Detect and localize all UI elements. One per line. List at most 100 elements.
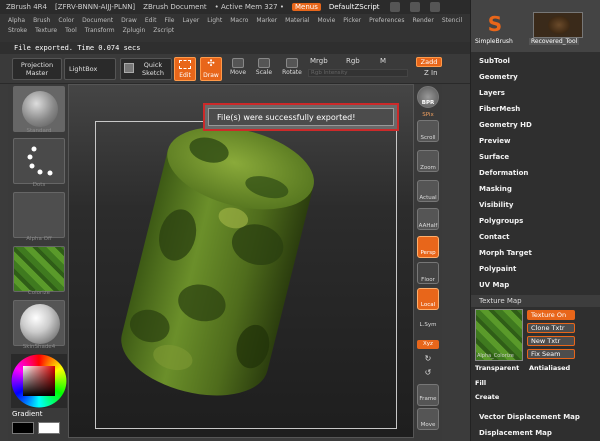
brush-standard-thumb[interactable] — [13, 86, 65, 132]
rgb-intensity-slider[interactable]: Rgb Intensity — [308, 69, 408, 77]
zadd-button[interactable]: Zadd — [416, 57, 442, 67]
menu-item[interactable]: Marker — [256, 17, 277, 24]
canvas-viewport[interactable]: File(s) were successfully exported! — [68, 84, 414, 438]
palette-contact[interactable]: Contact — [479, 233, 510, 241]
menu-item[interactable]: Draw — [121, 17, 137, 24]
secondary-color-swatch[interactable] — [38, 422, 60, 434]
texture-map-header[interactable]: Texture Map — [471, 295, 600, 307]
menu-item[interactable]: Edit — [145, 17, 157, 24]
palette-displacement-map[interactable]: Displacement Map — [479, 429, 552, 437]
rotate-icon — [286, 58, 298, 68]
antialiased-toggle[interactable]: Antialiased — [529, 364, 570, 372]
palette-geometry-hd[interactable]: Geometry HD — [479, 121, 532, 129]
menu-item[interactable]: Color — [58, 17, 74, 24]
menu-item[interactable]: Macro — [230, 17, 248, 24]
mrgb-button[interactable]: Mrgb — [310, 57, 328, 65]
stroke-dots-thumb[interactable] — [13, 138, 65, 184]
lightbox-button[interactable]: LightBox — [64, 58, 116, 80]
main-color-swatch[interactable] — [12, 422, 34, 434]
texture-on-toggle[interactable]: Texture On — [527, 310, 575, 320]
menu-item[interactable]: Transform — [85, 27, 115, 34]
scale-button[interactable]: Scale — [254, 58, 274, 76]
simplebrush-icon[interactable]: S — [483, 12, 507, 36]
close-icon[interactable] — [429, 2, 440, 12]
palette-uv-map[interactable]: UV Map — [479, 281, 509, 289]
clone-txtr-button[interactable]: Clone Txtr — [527, 323, 575, 333]
scroll-label: Scroll — [420, 135, 436, 141]
menu-item[interactable]: Stroke — [8, 27, 27, 34]
menu-item[interactable]: File — [164, 17, 174, 24]
menu-item[interactable]: Preferences — [369, 17, 404, 24]
menu-item[interactable]: Texture — [35, 27, 57, 34]
move-view-label: Move — [420, 422, 436, 428]
camo-cylinder-model[interactable] — [109, 125, 319, 425]
menu-item[interactable]: Movie — [318, 17, 336, 24]
alpha-label: Alpha Off — [26, 236, 52, 242]
palette-polypaint[interactable]: Polypaint — [479, 265, 516, 273]
material-label: SkinShade4 — [22, 344, 56, 350]
recovered-tool-label: Recovered_Tool — [529, 38, 580, 45]
palette-masking[interactable]: Masking — [479, 185, 512, 193]
local-label: Local — [420, 302, 436, 308]
rgb-button[interactable]: Rgb — [346, 57, 360, 65]
frame-button[interactable] — [417, 384, 439, 406]
bpr-label: BPR — [421, 100, 435, 106]
spix-slider[interactable]: SPix — [414, 112, 442, 118]
minimize-icon[interactable] — [389, 2, 400, 12]
menu-item[interactable]: Layer — [183, 17, 200, 24]
menu-item[interactable]: Alpha — [8, 17, 25, 24]
rotate-y-icon[interactable]: ↻ — [414, 354, 442, 363]
menu-item[interactable]: Stencil — [442, 17, 462, 24]
color-picker[interactable] — [11, 354, 67, 408]
rotate-button[interactable]: Rotate — [280, 58, 304, 76]
stroke-label: Dots — [32, 182, 46, 188]
palette-visibility[interactable]: Visibility — [479, 201, 513, 209]
projection-master-button[interactable]: Projection Master — [12, 58, 62, 80]
maximize-icon[interactable] — [409, 2, 420, 12]
menu-item[interactable]: Render — [412, 17, 433, 24]
menu-item[interactable]: Document — [82, 17, 113, 24]
menu-item[interactable]: Zplugin — [123, 27, 146, 34]
fix-seam-button[interactable]: Fix Seam — [527, 349, 575, 359]
new-txtr-button[interactable]: New Txtr — [527, 336, 575, 346]
fill-button[interactable]: Fill — [475, 379, 486, 387]
palette-deformation[interactable]: Deformation — [479, 169, 528, 177]
menu-item[interactable]: Tool — [65, 27, 77, 34]
palette-layers[interactable]: Layers — [479, 89, 505, 97]
edit-icon — [179, 60, 191, 69]
left-shelf: Standard Dots Alpha Off Colorize SkinSha… — [8, 84, 68, 441]
menu-item[interactable]: Light — [207, 17, 222, 24]
menu-item[interactable]: Zscript — [153, 27, 174, 34]
notification-text: File(s) were successfully exported! — [208, 108, 394, 126]
lsym-button[interactable]: L.Sym — [414, 322, 442, 328]
material-thumb[interactable] — [13, 300, 65, 346]
menu-item[interactable]: Material — [285, 17, 309, 24]
texture-label: Colorize — [27, 290, 51, 296]
m-button[interactable]: M — [380, 57, 386, 65]
move-button[interactable]: Move — [228, 58, 248, 76]
texture-thumb[interactable] — [13, 246, 65, 292]
rotate-z-icon[interactable]: ↺ — [414, 368, 442, 377]
palette-subtool[interactable]: SubTool — [479, 57, 510, 65]
recovered-tool-thumb[interactable] — [533, 12, 583, 38]
alpha-thumb[interactable] — [13, 192, 65, 238]
menu-item[interactable]: Picker — [343, 17, 361, 24]
menus-button[interactable]: Menus — [292, 3, 321, 11]
palette-vector-displacement-map[interactable]: Vector Displacement Map — [479, 413, 580, 421]
menu-item[interactable]: Brush — [33, 17, 50, 24]
palette-polygroups[interactable]: Polygroups — [479, 217, 523, 225]
dots-stroke-icon — [27, 146, 53, 176]
right-tool-column: BPR SPix Scroll Zoom Actual AAHalf Persp… — [414, 84, 442, 441]
default-zscript-label[interactable]: DefaultZScript — [329, 3, 380, 11]
transparent-toggle[interactable]: Transparent — [475, 364, 519, 372]
create-button[interactable]: Create — [475, 393, 499, 401]
palette-surface[interactable]: Surface — [479, 153, 509, 161]
xyz-button[interactable]: Xyz — [417, 340, 439, 349]
palette-preview[interactable]: Preview — [479, 137, 511, 145]
move-label: Move — [229, 69, 247, 76]
palette-fibermesh[interactable]: FiberMesh — [479, 105, 520, 113]
palette-geometry[interactable]: Geometry — [479, 73, 518, 81]
z-intensity-slider[interactable]: Z In — [424, 69, 438, 77]
palette-morph-target[interactable]: Morph Target — [479, 249, 532, 257]
gradient-label[interactable]: Gradient — [12, 410, 42, 418]
